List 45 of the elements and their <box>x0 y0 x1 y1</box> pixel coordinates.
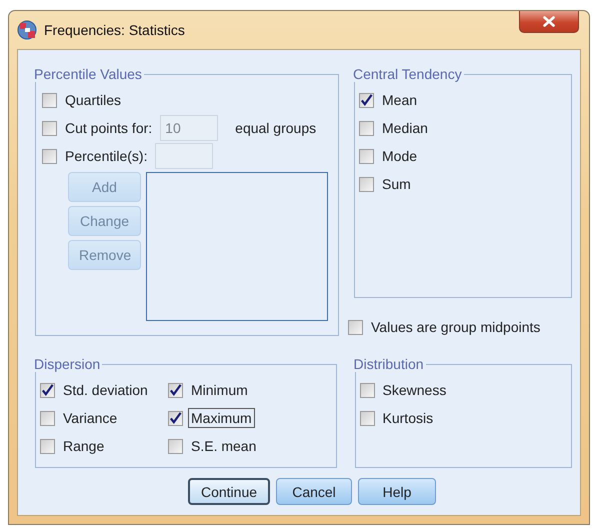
button[interactable]: Help <box>358 478 436 505</box>
checkbox[interactable] <box>168 382 183 398</box>
checkbox[interactable] <box>359 120 374 136</box>
checkbox-label: Std. deviation <box>62 381 149 400</box>
checkbox-label: Values are group midpoints <box>370 318 542 337</box>
checkbox[interactable] <box>40 410 55 426</box>
close-button[interactable] <box>519 11 579 33</box>
button[interactable]: Continue <box>188 478 270 505</box>
checkbox[interactable] <box>359 148 374 164</box>
group-title: Percentile Values <box>34 66 143 82</box>
checkbox[interactable] <box>168 438 183 454</box>
button[interactable]: Cancel <box>276 478 352 505</box>
window-title: Frequencies: Statistics <box>44 22 186 38</box>
checkbox[interactable] <box>348 320 363 334</box>
checkbox-label: Mode <box>381 147 418 166</box>
checkbox-label: Skewness <box>382 381 448 400</box>
checkbox-label: Percentile(s): <box>64 147 148 166</box>
checkbox-label: Variance <box>62 409 118 428</box>
checkbox-label: Kurtosis <box>382 409 434 428</box>
checkbox[interactable] <box>42 92 57 108</box>
app-icon <box>17 20 37 40</box>
checkbox-label: Minimum <box>190 381 249 400</box>
checkbox[interactable] <box>40 382 55 398</box>
checkbox[interactable] <box>42 148 57 164</box>
close-icon <box>543 16 555 27</box>
checkbox-label: Sum <box>381 175 412 194</box>
group-title: Distribution <box>354 356 425 372</box>
checkbox[interactable] <box>359 92 374 108</box>
checkbox-label: Mean <box>381 91 418 110</box>
group-title: Dispersion <box>34 356 102 372</box>
checkbox[interactable] <box>360 382 375 398</box>
checkbox-label: Range <box>62 437 106 456</box>
checkbox-label: Median <box>381 119 429 138</box>
checkbox-label: S.E. mean <box>190 437 258 456</box>
field-suffix: equal groups <box>235 120 316 136</box>
checkbox-label: Quartiles <box>64 91 122 110</box>
checkbox[interactable] <box>168 410 183 426</box>
checkbox-label: Cut points for: <box>64 119 154 138</box>
checkbox[interactable] <box>42 120 57 136</box>
checkbox[interactable] <box>359 176 374 192</box>
list-box[interactable] <box>146 172 328 321</box>
checkbox-label: Maximum <box>188 408 255 428</box>
group-title: Central Tendency <box>353 66 463 82</box>
checkbox[interactable] <box>360 410 375 426</box>
checkbox[interactable] <box>40 438 55 454</box>
